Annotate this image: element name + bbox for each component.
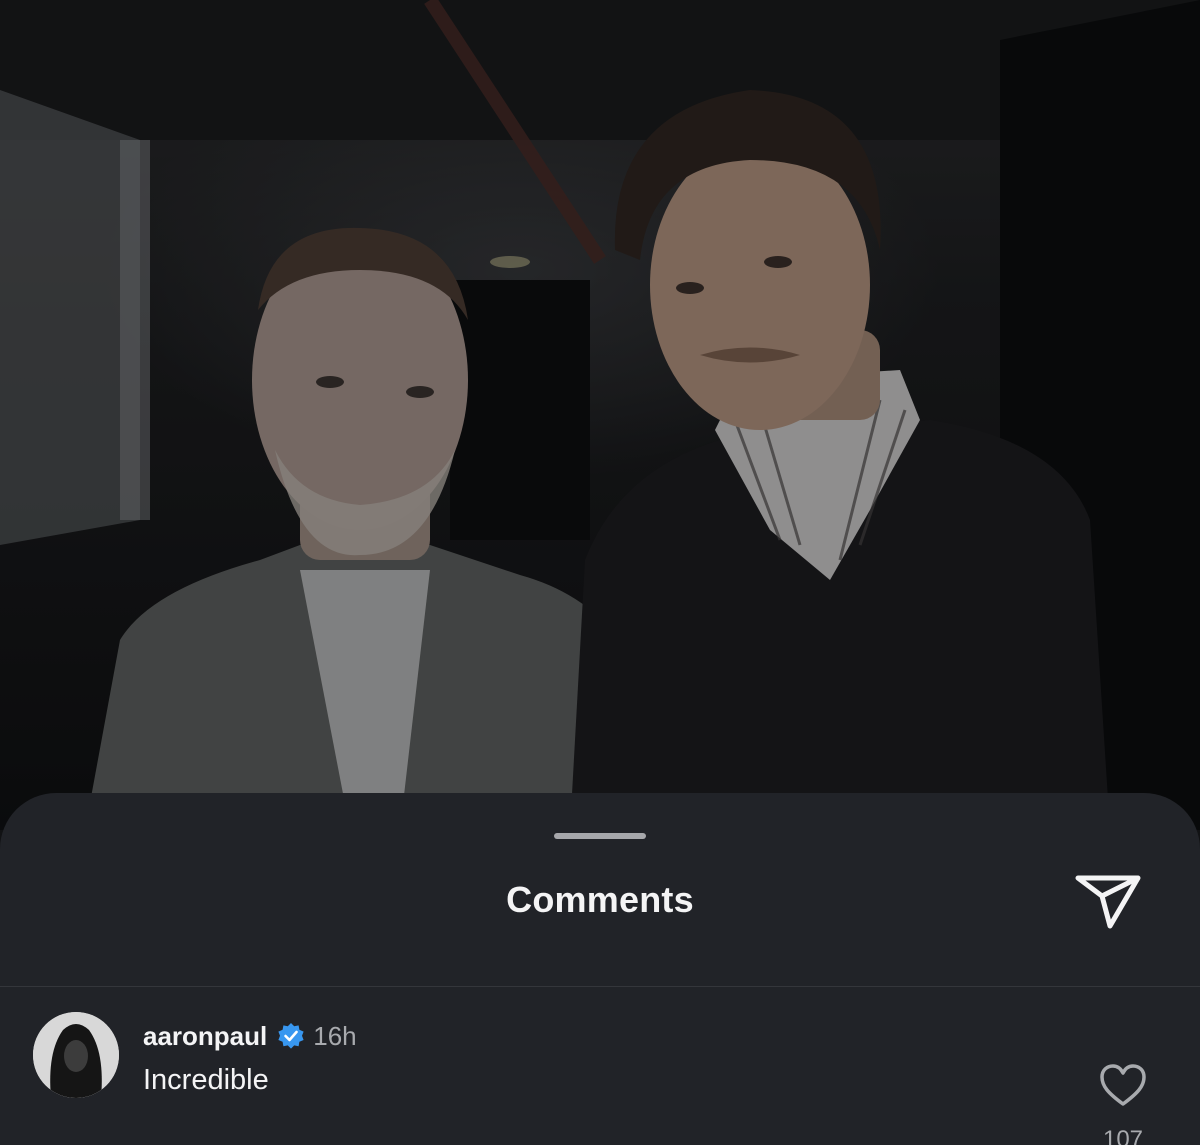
paper-plane-icon bbox=[1075, 875, 1141, 929]
like-button[interactable] bbox=[1098, 1062, 1148, 1108]
photo-illustration bbox=[0, 0, 1200, 830]
post-photo bbox=[0, 0, 1200, 830]
avatar-image bbox=[33, 1012, 119, 1098]
comment-username[interactable]: aaronpaul bbox=[143, 1021, 267, 1052]
verified-badge-icon bbox=[278, 1023, 304, 1049]
share-button[interactable] bbox=[1072, 870, 1144, 932]
heart-icon bbox=[1100, 1064, 1146, 1106]
sheet-grabber[interactable] bbox=[554, 833, 646, 839]
comment-header: aaronpaul 16h bbox=[143, 1018, 357, 1054]
like-count: 107 bbox=[1102, 1126, 1144, 1145]
screen: Comments aaronpaul 16h Incredible 107 bbox=[0, 0, 1200, 1145]
avatar[interactable] bbox=[33, 1012, 119, 1098]
comment-item: aaronpaul 16h Incredible 107 bbox=[0, 1010, 1200, 1145]
sheet-divider bbox=[0, 986, 1200, 987]
comment-timestamp: 16h bbox=[313, 1020, 357, 1051]
sheet-title: Comments bbox=[506, 879, 694, 920]
comment-text: Incredible bbox=[143, 1064, 269, 1096]
